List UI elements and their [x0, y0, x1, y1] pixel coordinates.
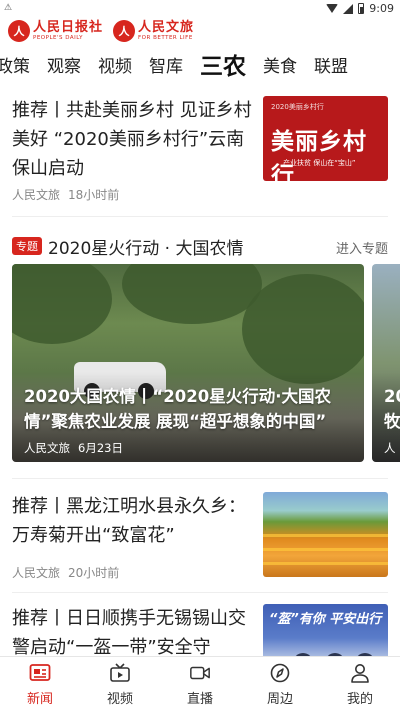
peoples-daily-emblem: 人 — [8, 20, 30, 42]
nav-me[interactable]: 我的 — [320, 657, 400, 710]
article-thumbnail[interactable]: “盔”有你 平安出行 — [263, 604, 388, 656]
carousel-slide-next[interactable]: 20 牧 人 — [372, 264, 400, 462]
tab-think-tank[interactable]: 智库 — [149, 52, 183, 77]
nav-nearby[interactable]: 周边 — [240, 657, 320, 710]
slide-caption: 2020大国农情丨“2020星火行动·大国农情”聚焦农业发展 展现“超乎想象的中… — [24, 387, 331, 431]
nav-label: 周边 — [266, 692, 293, 707]
warning-icon: ⚠ — [4, 3, 13, 13]
scene-tree — [12, 264, 112, 344]
renmin-wenlv-emblem: 人 — [113, 20, 136, 42]
thumbnail-caption: 2020美丽乡村行 — [271, 103, 324, 111]
article-thumbnail[interactable] — [263, 492, 388, 577]
divider — [12, 592, 388, 593]
slide-date: 6月23日 — [78, 441, 123, 455]
article-title[interactable]: 推荐丨黑龙江明水县永久乡：万寿菊开出“致富花” — [12, 492, 252, 550]
tab-policy[interactable]: 政策 — [0, 52, 30, 77]
carousel-slide[interactable]: 2020大国农情丨“2020星火行动·大国农情”聚焦农业发展 展现“超乎想象的中… — [12, 264, 364, 462]
person-icon — [349, 663, 371, 683]
tab-video[interactable]: 视频 — [98, 52, 132, 77]
bottom-nav: 新闻 视频 直播 周边 我的 — [0, 656, 400, 710]
nav-label: 新闻 — [26, 692, 53, 707]
special-topic-header: 专题 2020星火行动 · 大国农情 进入专题 — [12, 234, 388, 259]
scene-tree — [242, 274, 364, 384]
renmin-wenlv-logo: 人 人民文旅 FOR BETTER LIFE — [113, 20, 194, 42]
nav-label: 直播 — [186, 692, 213, 707]
news-icon — [29, 663, 51, 683]
article-time: 18小时前 — [68, 188, 120, 202]
thumbnail-banner: “盔”有你 平安出行 — [269, 612, 382, 627]
article-meta: 人民文旅 18小时前 — [12, 186, 119, 203]
slide-source-partial: 人 — [384, 441, 396, 455]
article-time: 20小时前 — [68, 566, 120, 580]
nav-live[interactable]: 直播 — [160, 657, 240, 710]
tab-observation[interactable]: 观察 — [47, 52, 81, 77]
thumbnail-subline: 产业扶贫 保山在“宝山” — [283, 159, 356, 167]
article-card[interactable]: 推荐丨黑龙江明水县永久乡：万寿菊开出“致富花” 人民文旅 20小时前 — [12, 492, 388, 592]
nav-label: 视频 — [106, 692, 133, 707]
special-topic-section: 专题 2020星火行动 · 大国农情 进入专题 2020大国农情丨“2020星火… — [0, 230, 400, 462]
special-badge: 专题 — [12, 237, 42, 255]
signal-icon — [343, 3, 354, 14]
article-card[interactable]: 推荐丨日日顺携手无锡锡山交警启动“一盔一带”安全守 “盔”有你 平安出行 — [12, 604, 388, 656]
article-card[interactable]: 推荐丨共赴美丽乡村 见证乡村美好 “2020美丽乡村行”云南保山启动 人民文旅 1… — [12, 96, 388, 208]
enter-topic-link[interactable]: 进入专题 — [336, 238, 388, 257]
slide-source: 人民文旅 — [24, 441, 70, 455]
tab-food[interactable]: 美食 — [263, 52, 297, 77]
status-bar: ⚠ 9:09 — [0, 0, 400, 16]
peoples-daily-subtitle: PEOPLE'S DAILY — [33, 34, 83, 41]
renmin-wenlv-subtitle: FOR BETTER LIFE — [138, 34, 193, 41]
wifi-icon — [326, 4, 339, 13]
peoples-daily-name: 人民日报社 — [33, 19, 104, 35]
video-camera-icon — [189, 663, 211, 683]
clock: 9:09 — [369, 2, 394, 15]
divider — [12, 216, 388, 217]
slide-meta: 人民文旅 6月23日 — [24, 440, 123, 456]
thumbnail-headline: 美丽乡村行 — [271, 128, 367, 181]
article-thumbnail[interactable]: 2020美丽乡村行 美丽乡村行 产业扶贫 保山在“宝山” — [263, 96, 388, 181]
special-topic-title: 2020星火行动 · 大国农情 — [48, 238, 244, 259]
battery-icon — [358, 3, 365, 14]
compass-icon — [269, 663, 291, 683]
nav-news[interactable]: 新闻 — [0, 657, 80, 710]
article-title[interactable]: 推荐丨共赴美丽乡村 见证乡村美好 “2020美丽乡村行”云南保山启动 — [12, 96, 252, 183]
peoples-daily-logo: 人 人民日报社 PEOPLE'S DAILY — [8, 20, 103, 42]
article-source: 人民文旅 — [12, 566, 61, 580]
tab-agriculture[interactable]: 三农 — [200, 47, 246, 81]
renmin-wenlv-name: 人民文旅 — [138, 19, 195, 35]
scene-tree — [122, 264, 262, 324]
nav-label: 我的 — [346, 692, 373, 707]
topic-carousel[interactable]: 2020大国农情丨“2020星火行动·大国农情”聚焦农业发展 展现“超乎想象的中… — [12, 264, 400, 462]
article-title[interactable]: 推荐丨日日顺携手无锡锡山交警启动“一盔一带”安全守 — [12, 604, 252, 656]
divider — [12, 478, 388, 479]
channel-tabs: 政策 观察 视频 智库 三农 美食 联盟 — [0, 46, 400, 82]
nav-video[interactable]: 视频 — [80, 657, 160, 710]
app-header: 人 人民日报社 PEOPLE'S DAILY 人 人民文旅 FOR BETTER… — [0, 16, 400, 46]
tab-alliance[interactable]: 联盟 — [314, 52, 348, 77]
slide-caption-partial: 20 牧 — [384, 387, 400, 431]
status-icons: 9:09 — [326, 2, 394, 15]
tv-icon — [109, 663, 131, 683]
news-feed[interactable]: 推荐丨共赴美丽乡村 见证乡村美好 “2020美丽乡村行”云南保山启动 人民文旅 1… — [0, 82, 400, 656]
article-source: 人民文旅 — [12, 188, 61, 202]
article-meta: 人民文旅 20小时前 — [12, 564, 119, 581]
